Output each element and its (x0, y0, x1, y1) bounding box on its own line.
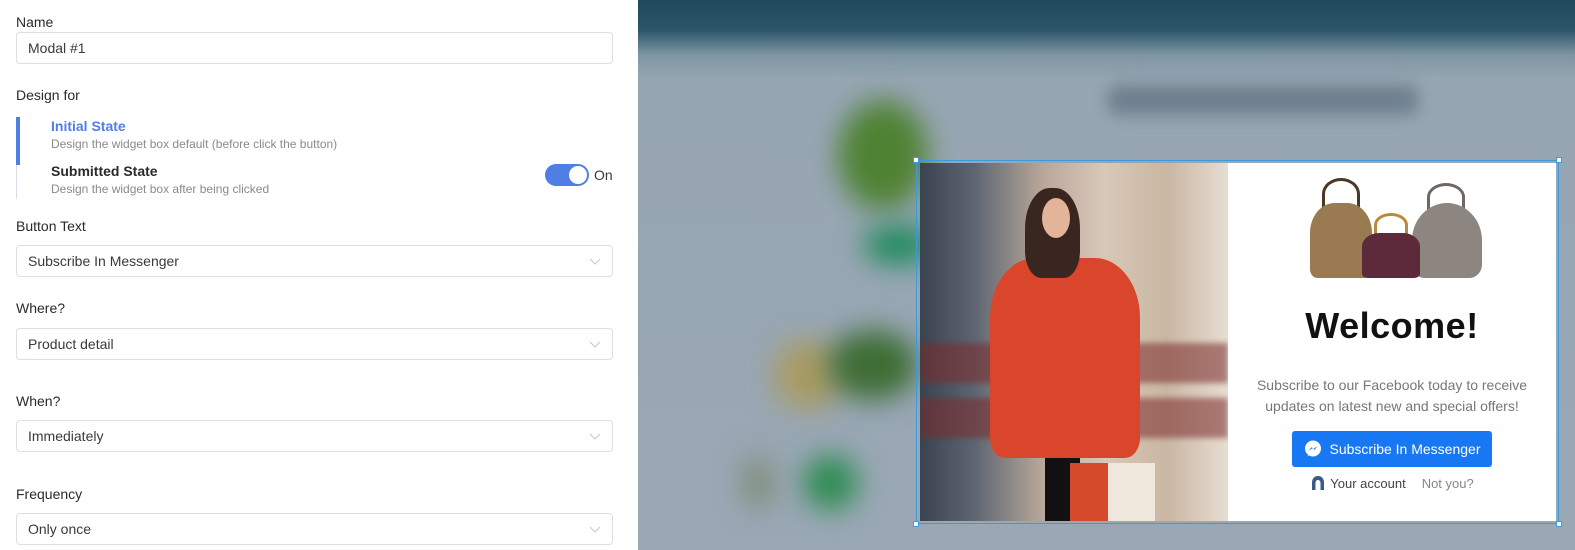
state-submitted[interactable]: Submitted State Design the widget box af… (51, 163, 269, 196)
design-state-list: Initial State Design the widget box defa… (16, 117, 616, 199)
blurred-background-shape (838, 100, 928, 210)
frequency-value: Only once (28, 521, 92, 537)
subscribe-messenger-button[interactable]: Subscribe In Messenger (1291, 431, 1493, 467)
chevron-down-icon (589, 433, 601, 440)
when-label: When? (16, 393, 61, 409)
blurred-background-shape (1108, 85, 1418, 115)
toggle-label: On (594, 167, 613, 183)
blurred-background-shape (743, 455, 773, 510)
modal-heading: Welcome! (1305, 305, 1479, 346)
button-text-value: Subscribe In Messenger (28, 253, 179, 269)
name-label: Name (16, 14, 54, 30)
your-account-label: Your account (1330, 475, 1406, 491)
button-text-select[interactable]: Subscribe In Messenger (16, 245, 613, 277)
resize-handle-top-right[interactable] (1556, 157, 1562, 163)
bag-shape (1362, 233, 1420, 278)
handbags-image (1302, 173, 1482, 283)
blurred-background-shape (803, 455, 858, 510)
state-initial-title: Initial State (51, 118, 126, 134)
submitted-state-toggle[interactable] (545, 164, 589, 186)
where-select[interactable]: Product detail (16, 328, 613, 360)
modal-body-text: Subscribe to our Facebook today to recei… (1256, 377, 1528, 414)
toggle-knob (569, 166, 587, 184)
subscribe-messenger-label: Subscribe In Messenger (1329, 441, 1481, 457)
blurred-background-shape (828, 330, 918, 400)
state-initial[interactable]: Initial State Design the widget box defa… (51, 118, 337, 151)
resize-handle-bottom-right[interactable] (1556, 521, 1562, 527)
bag-shape (1412, 203, 1482, 278)
modal-hero-image (920, 163, 1228, 521)
submitted-state-toggle-group: On (545, 164, 613, 186)
name-input[interactable]: Modal #1 (16, 32, 613, 64)
resize-handle-top-left[interactable] (913, 157, 919, 163)
state-submitted-title: Submitted State (51, 163, 158, 179)
state-initial-description: Design the widget box default (before cl… (51, 137, 338, 151)
modal-content: Welcome! Subscribe to our Facebook today… (1228, 163, 1556, 521)
state-submitted-description: Design the widget box after being clicke… (51, 182, 270, 196)
where-label: Where? (16, 300, 66, 316)
active-state-indicator (16, 117, 20, 165)
chevron-down-icon (589, 258, 601, 265)
design-for-label: Design for (16, 87, 80, 103)
frequency-select[interactable]: Only once (16, 513, 613, 545)
image-face (1042, 198, 1070, 238)
where-value: Product detail (28, 336, 114, 352)
image-coat (990, 258, 1140, 458)
chevron-down-icon (589, 526, 601, 533)
settings-panel: Name Modal #1 Design for Initial State D… (0, 0, 638, 550)
messenger-icon (1304, 440, 1321, 457)
user-icon (1312, 476, 1325, 490)
image-shopping-bag (1070, 463, 1155, 521)
modal-preview: Welcome! Subscribe to our Facebook today… (920, 163, 1556, 521)
frequency-label: Frequency (16, 486, 83, 502)
chevron-down-icon (589, 341, 601, 348)
when-select[interactable]: Immediately (16, 420, 613, 452)
not-you-link[interactable]: Not you? (1422, 476, 1474, 491)
button-text-label: Button Text (16, 218, 86, 234)
resize-handle-bottom-left[interactable] (913, 521, 919, 527)
when-value: Immediately (28, 428, 104, 444)
account-row: Your account Not you? (1310, 475, 1474, 491)
